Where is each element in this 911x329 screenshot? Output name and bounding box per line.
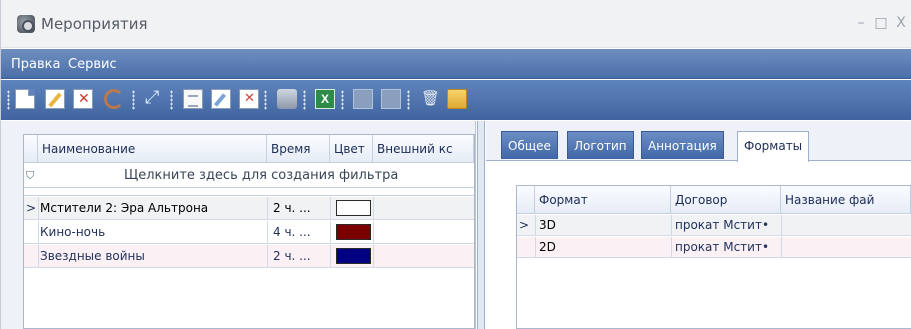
menu-bar: Правка Сервис (1, 49, 911, 79)
maximize-button[interactable]: □ (870, 12, 892, 34)
table-row[interactable]: > 3D прокат Мстит• (517, 215, 911, 236)
cell-contract[interactable]: прокат Мстит• (675, 218, 783, 232)
new-icon[interactable] (15, 89, 35, 109)
toolbar (1, 80, 911, 120)
filter-icon[interactable]: ⛉ (26, 170, 36, 181)
color-swatch[interactable] (336, 224, 371, 240)
trash-icon[interactable] (419, 89, 440, 109)
refresh-icon[interactable] (104, 89, 124, 109)
cell-contract[interactable]: прокат Мстит• (675, 240, 783, 254)
table-row[interactable]: 2D прокат Мстит• (517, 237, 911, 258)
toolbar-separator (264, 90, 267, 110)
window-title: Мероприятия (41, 15, 148, 33)
table-row[interactable]: Звездные войны 2 ч. ... (24, 245, 474, 268)
tab-general[interactable]: Общее (501, 131, 558, 159)
document-edit-icon[interactable] (211, 89, 231, 109)
minimize-button[interactable]: – (850, 12, 872, 34)
folder-icon[interactable] (447, 89, 467, 109)
color-swatch[interactable] (336, 248, 371, 264)
delete-icon[interactable] (73, 89, 93, 109)
filter-placeholder[interactable]: Щелкните здесь для создания фильтра (124, 168, 398, 183)
cell-format[interactable]: 2D (539, 240, 556, 254)
column-header-external[interactable]: Внешний кс (373, 135, 474, 163)
column-header-color[interactable]: Цвет (330, 135, 373, 163)
row-indicator-icon: > (519, 218, 530, 232)
menu-service[interactable]: Сервис (68, 57, 117, 72)
calendar-settings-icon[interactable] (381, 89, 401, 109)
column-header-time[interactable]: Время (267, 135, 330, 163)
cell-name[interactable]: Кино-ночь (40, 225, 105, 239)
app-icon (17, 15, 35, 33)
cell-time[interactable]: 2 ч. ... (273, 249, 311, 263)
cell-name[interactable]: Звездные войны (40, 249, 145, 263)
move-icon[interactable] (144, 87, 164, 109)
calendar-icon[interactable] (353, 89, 373, 109)
color-swatch[interactable] (336, 200, 371, 216)
row-indicator-header (517, 186, 535, 214)
tab-annotation[interactable]: Аннотация (641, 131, 724, 159)
close-button[interactable]: X (890, 12, 911, 34)
document-icon[interactable] (183, 89, 203, 109)
toolbar-separator (407, 90, 410, 110)
formats-grid: Формат Договор Название фай > 3D прокат … (516, 185, 911, 329)
toolbar-separator (170, 90, 173, 110)
toolbar-grip[interactable] (7, 90, 10, 110)
column-header-format[interactable]: Формат (535, 186, 671, 214)
toolbar-separator (303, 90, 306, 110)
row-indicator-icon: > (26, 201, 37, 215)
tab-formats[interactable]: Форматы (737, 131, 810, 162)
filter-row[interactable]: ⛉ Щелкните здесь для создания фильтра (24, 163, 474, 188)
panel-splitter[interactable] (477, 121, 485, 329)
cell-name[interactable]: Мстители 2: Эра Альтрона (40, 201, 208, 215)
toolbar-separator (132, 90, 135, 110)
toolbar-separator (341, 90, 344, 110)
table-row[interactable]: Кино-ночь 4 ч. ... (24, 221, 474, 244)
print-icon[interactable] (277, 89, 297, 109)
column-header-name[interactable]: Наименование (38, 135, 267, 163)
main-window: Мероприятия – □ X Правка Сервис Наименов… (0, 0, 911, 329)
table-row[interactable]: > Мстители 2: Эра Альтрона 2 ч. ... (24, 197, 474, 220)
edit-icon[interactable] (45, 89, 65, 109)
column-header-contract[interactable]: Договор (671, 186, 781, 214)
tab-logo[interactable]: Логотип (567, 131, 634, 159)
menu-edit[interactable]: Правка (11, 57, 60, 72)
cell-format[interactable]: 3D (539, 218, 556, 232)
column-header-file-name[interactable]: Название фай (781, 186, 911, 214)
document-delete-icon[interactable] (239, 89, 259, 109)
row-indicator-header (24, 135, 38, 163)
cell-time[interactable]: 4 ч. ... (273, 225, 311, 239)
cell-time[interactable]: 2 ч. ... (273, 201, 311, 215)
events-grid: Наименование Время Цвет Внешний кс ⛉ Щел… (23, 134, 475, 329)
filter-separator (24, 188, 474, 196)
excel-icon[interactable] (315, 89, 335, 109)
title-bar: Мероприятия – □ X (1, 0, 911, 48)
